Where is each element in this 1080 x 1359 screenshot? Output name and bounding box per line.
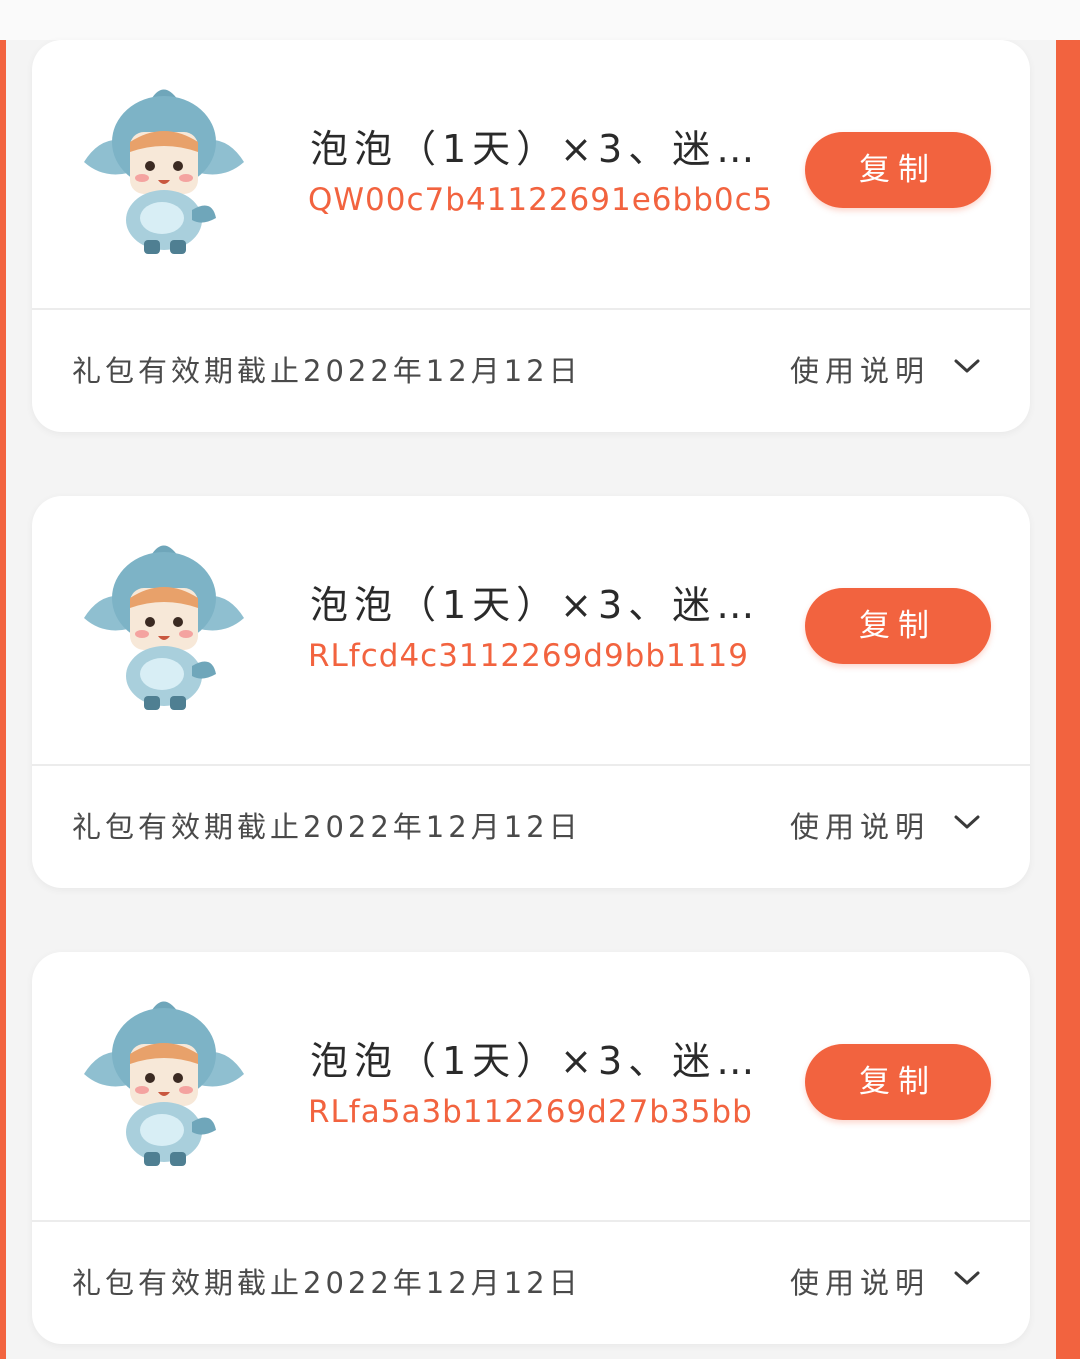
usage-instructions-link[interactable]: 使用说明 [790, 1260, 930, 1302]
left-edge-accent [0, 40, 6, 1359]
gift-pack-footer: 礼包有效期截止2022年12月12日 使用说明 [32, 310, 1030, 432]
gift-pack-main: 泡泡（1天）×3、迷… RLfa5a3b112269d27b35bb 复制 [32, 952, 1030, 1220]
gift-pack-main: 泡泡（1天）×3、迷… QW00c7b41122691e6bb0c5 复制 [32, 40, 1030, 308]
gift-pack-card: 泡泡（1天）×3、迷… QW00c7b41122691e6bb0c5 复制 礼包… [32, 40, 1030, 432]
gift-pack-card: 泡泡（1天）×3、迷… RLfcd4c3112269d9bb1119 复制 礼包… [32, 496, 1030, 888]
gift-pack-footer: 礼包有效期截止2022年12月12日 使用说明 [32, 766, 1030, 888]
usage-instructions-link[interactable]: 使用说明 [790, 804, 930, 846]
gift-pack-main: 泡泡（1天）×3、迷… RLfcd4c3112269d9bb1119 复制 [32, 496, 1030, 764]
copy-button[interactable]: 复制 [805, 588, 991, 664]
gift-pack-footer: 礼包有效期截止2022年12月12日 使用说明 [32, 1222, 1030, 1344]
shark-hood-mascot-icon [84, 89, 244, 254]
gift-pack-card: 泡泡（1天）×3、迷… RLfa5a3b112269d27b35bb 复制 礼包… [32, 952, 1030, 1344]
gift-pack-code: QW00c7b41122691e6bb0c5 [308, 182, 774, 218]
chevron-down-icon[interactable] [952, 356, 982, 376]
shark-hood-mascot-icon [84, 1001, 244, 1166]
top-fade [0, 0, 1080, 40]
shark-hood-mascot-icon [84, 545, 244, 710]
copy-button[interactable]: 复制 [805, 132, 991, 208]
copy-button[interactable]: 复制 [805, 1044, 991, 1120]
usage-instructions-link[interactable]: 使用说明 [790, 348, 930, 390]
gift-pack-title: 泡泡（1天）×3、迷… [310, 127, 750, 171]
validity-text: 礼包有效期截止2022年12月12日 [72, 810, 582, 844]
chevron-down-icon[interactable] [952, 1268, 982, 1288]
gift-pack-title: 泡泡（1天）×3、迷… [310, 583, 750, 627]
gift-pack-code: RLfcd4c3112269d9bb1119 [308, 638, 749, 674]
gift-pack-title: 泡泡（1天）×3、迷… [310, 1039, 750, 1083]
validity-text: 礼包有效期截止2022年12月12日 [72, 1266, 582, 1300]
gift-pack-code: RLfa5a3b112269d27b35bb [308, 1094, 753, 1130]
right-edge-accent [1056, 40, 1080, 1359]
validity-text: 礼包有效期截止2022年12月12日 [72, 354, 582, 388]
chevron-down-icon[interactable] [952, 812, 982, 832]
